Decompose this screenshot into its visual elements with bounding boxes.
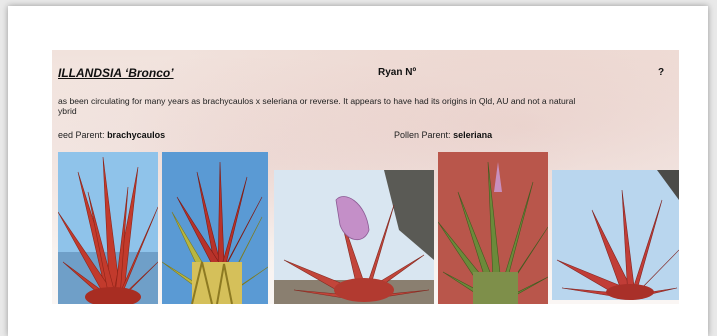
seed-parent: eed Parent: brachycaulos xyxy=(58,130,165,140)
author-name: Ryan Nº xyxy=(378,67,417,78)
pollen-parent-value: seleriana xyxy=(453,130,493,140)
photo-brachycaulos-green xyxy=(162,152,268,304)
photo-brachycaulos-red xyxy=(58,152,158,304)
question-mark: ? xyxy=(658,67,665,78)
document-page: ILLANDSIA ‘Bronco’ Ryan Nº ? as been cir… xyxy=(52,50,679,304)
description-line-2: ybrid xyxy=(58,106,77,116)
pollen-parent: Pollen Parent: seleriana xyxy=(394,130,492,140)
description: as been circulating for many years as br… xyxy=(58,96,658,116)
description-line-1: as been circulating for many years as br… xyxy=(58,96,576,106)
document-sheet: ILLANDSIA ‘Bronco’ Ryan Nº ? as been cir… xyxy=(8,6,708,336)
seed-parent-value: brachycaulos xyxy=(107,130,166,140)
photo-seleriana xyxy=(438,152,548,304)
document-title: ILLANDSIA ‘Bronco’ xyxy=(58,66,174,80)
seed-parent-label: eed Parent: xyxy=(58,130,105,140)
photo-bronco-closeup xyxy=(274,170,434,304)
pollen-parent-label: Pollen Parent: xyxy=(394,130,451,140)
photo-bronco-red xyxy=(552,170,679,300)
